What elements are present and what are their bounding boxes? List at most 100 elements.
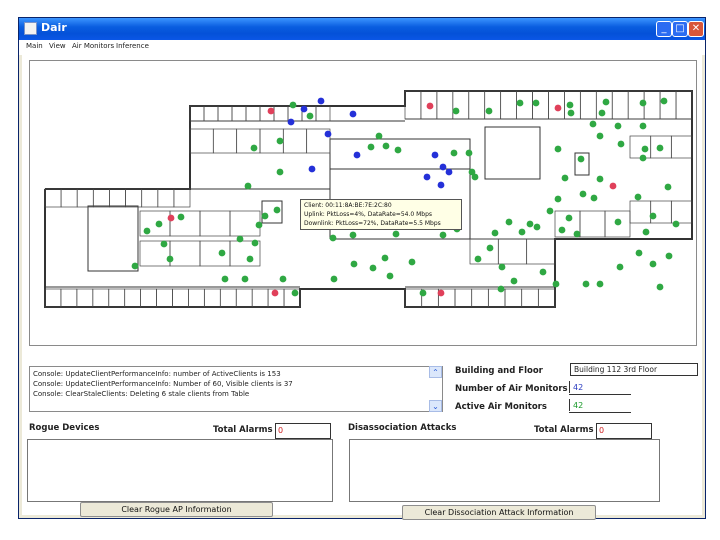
- building-field[interactable]: Building 112 3rd Floor: [570, 363, 698, 376]
- client-marker[interactable]: [423, 173, 431, 181]
- air-monitor-marker[interactable]: [533, 223, 541, 231]
- air-monitor-marker[interactable]: [369, 264, 377, 272]
- air-monitor-marker[interactable]: [617, 140, 625, 148]
- air-monitor-marker[interactable]: [221, 275, 229, 283]
- air-monitor-marker[interactable]: [279, 275, 287, 283]
- air-monitor-marker[interactable]: [386, 272, 394, 280]
- air-monitor-marker[interactable]: [602, 98, 610, 106]
- air-monitor-marker[interactable]: [289, 101, 297, 109]
- minimize-button[interactable]: _: [656, 21, 672, 37]
- air-monitor-marker[interactable]: [518, 228, 526, 236]
- maximize-button[interactable]: □: [672, 21, 688, 37]
- air-monitor-marker[interactable]: [131, 262, 139, 270]
- air-monitor-marker[interactable]: [660, 97, 668, 105]
- air-monitor-marker[interactable]: [276, 137, 284, 145]
- air-monitor-marker[interactable]: [408, 258, 416, 266]
- air-monitor-marker[interactable]: [656, 144, 664, 152]
- rogue-marker[interactable]: [267, 107, 275, 115]
- air-monitor-marker[interactable]: [582, 280, 590, 288]
- air-monitor-marker[interactable]: [394, 146, 402, 154]
- client-marker[interactable]: [353, 151, 361, 159]
- air-monitor-marker[interactable]: [649, 212, 657, 220]
- air-monitor-marker[interactable]: [614, 122, 622, 130]
- client-marker[interactable]: [308, 165, 316, 173]
- air-monitor-marker[interactable]: [546, 207, 554, 215]
- air-monitor-marker[interactable]: [349, 231, 357, 239]
- rogue-marker[interactable]: [167, 214, 175, 222]
- air-monitor-marker[interactable]: [598, 109, 606, 117]
- air-monitor-marker[interactable]: [471, 173, 479, 181]
- air-monitor-marker[interactable]: [665, 252, 673, 260]
- air-monitor-marker[interactable]: [291, 289, 299, 297]
- air-monitor-marker[interactable]: [486, 244, 494, 252]
- rogue-marker[interactable]: [426, 102, 434, 110]
- air-monitor-marker[interactable]: [160, 240, 168, 248]
- air-monitor-marker[interactable]: [450, 149, 458, 157]
- rogue-devices-list[interactable]: [27, 439, 333, 502]
- air-monitor-marker[interactable]: [567, 109, 575, 117]
- air-monitor-marker[interactable]: [367, 143, 375, 151]
- air-monitor-marker[interactable]: [255, 221, 263, 229]
- air-monitor-marker[interactable]: [375, 132, 383, 140]
- air-monitor-marker[interactable]: [474, 255, 482, 263]
- air-monitor-marker[interactable]: [614, 218, 622, 226]
- air-monitor-marker[interactable]: [439, 231, 447, 239]
- client-marker[interactable]: [300, 105, 308, 113]
- client-marker[interactable]: [317, 97, 325, 105]
- air-monitor-marker[interactable]: [561, 174, 569, 182]
- air-monitor-marker[interactable]: [516, 99, 524, 107]
- air-monitor-marker[interactable]: [392, 230, 400, 238]
- air-monitor-marker[interactable]: [616, 263, 624, 271]
- menu-view[interactable]: View: [49, 42, 66, 50]
- air-monitor-marker[interactable]: [656, 283, 664, 291]
- scroll-up-icon[interactable]: ⌃: [429, 366, 442, 378]
- air-monitor-marker[interactable]: [251, 239, 259, 247]
- air-monitor-marker[interactable]: [649, 260, 657, 268]
- air-monitor-marker[interactable]: [246, 255, 254, 263]
- air-monitor-marker[interactable]: [419, 289, 427, 297]
- air-monitor-marker[interactable]: [497, 285, 505, 293]
- air-monitor-marker[interactable]: [634, 193, 642, 201]
- air-monitor-marker[interactable]: [241, 275, 249, 283]
- air-monitor-marker[interactable]: [639, 99, 647, 107]
- air-monitor-marker[interactable]: [485, 107, 493, 115]
- scroll-down-icon[interactable]: ⌄: [429, 400, 442, 412]
- clear-rogue-ap-button[interactable]: Clear Rogue AP Information: [80, 502, 273, 517]
- close-button[interactable]: ✕: [688, 21, 704, 37]
- air-monitor-marker[interactable]: [577, 155, 585, 163]
- air-monitor-marker[interactable]: [261, 212, 269, 220]
- air-monitor-marker[interactable]: [382, 142, 390, 150]
- air-monitor-marker[interactable]: [491, 229, 499, 237]
- client-marker[interactable]: [439, 163, 447, 171]
- air-monitor-marker[interactable]: [635, 249, 643, 257]
- air-monitor-marker[interactable]: [532, 99, 540, 107]
- air-monitor-marker[interactable]: [539, 268, 547, 276]
- air-monitor-marker[interactable]: [306, 112, 314, 120]
- air-monitor-marker[interactable]: [579, 190, 587, 198]
- air-monitor-marker[interactable]: [639, 154, 647, 162]
- client-marker[interactable]: [445, 168, 453, 176]
- air-monitor-marker[interactable]: [566, 101, 574, 109]
- client-marker[interactable]: [349, 110, 357, 118]
- rogue-marker[interactable]: [609, 182, 617, 190]
- air-monitor-marker[interactable]: [244, 182, 252, 190]
- air-monitor-marker[interactable]: [218, 249, 226, 257]
- air-monitor-marker[interactable]: [596, 280, 604, 288]
- air-monitor-marker[interactable]: [554, 195, 562, 203]
- air-monitor-marker[interactable]: [381, 254, 389, 262]
- air-monitor-marker[interactable]: [565, 214, 573, 222]
- title-bar[interactable]: Dair _ □ ✕: [19, 18, 705, 40]
- air-monitor-marker[interactable]: [273, 206, 281, 214]
- air-monitor-marker[interactable]: [250, 144, 258, 152]
- menu-air-monitors[interactable]: Air Monitors: [72, 42, 114, 50]
- air-monitor-marker[interactable]: [510, 277, 518, 285]
- air-monitor-marker[interactable]: [166, 255, 174, 263]
- air-monitor-marker[interactable]: [596, 132, 604, 140]
- disassociation-attacks-list[interactable]: [349, 439, 660, 502]
- air-monitor-marker[interactable]: [526, 220, 534, 228]
- air-monitor-marker[interactable]: [329, 234, 337, 242]
- console-log[interactable]: Console: UpdateClientPerformanceInfo: nu…: [29, 366, 443, 412]
- air-monitor-marker[interactable]: [236, 235, 244, 243]
- air-monitor-marker[interactable]: [641, 145, 649, 153]
- air-monitor-marker[interactable]: [177, 213, 185, 221]
